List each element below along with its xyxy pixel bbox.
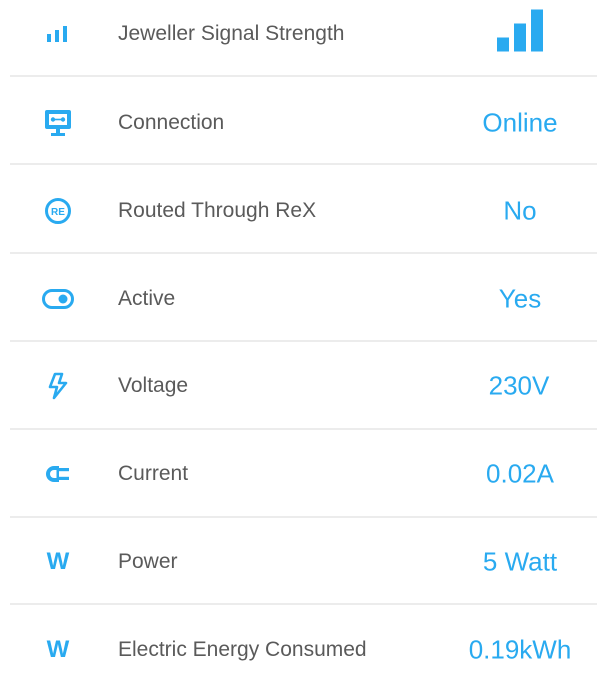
- rex-badge-icon: RE: [38, 191, 78, 231]
- rex-routing-label: Routed Through ReX: [118, 198, 317, 222]
- active-value: Yes: [498, 283, 542, 313]
- current-row: Current 0.02A: [0, 430, 597, 517]
- voltage-value: 230V: [488, 370, 550, 400]
- voltage-row: Voltage 230V: [0, 342, 597, 429]
- signal-strength-row: Jeweller Signal Strength: [0, 0, 597, 77]
- lightning-bolt-icon: [38, 366, 78, 406]
- power-value: 5 Watt: [482, 546, 558, 576]
- rex-badge-text: RE: [51, 207, 65, 218]
- power-row: W Power 5 Watt: [0, 518, 597, 605]
- power-label: Power: [118, 549, 178, 573]
- signal-bar: [531, 9, 543, 51]
- connection-row: Connection Online: [0, 79, 597, 166]
- connection-value: Online: [482, 107, 558, 137]
- energy-w-glyph: W: [46, 635, 70, 663]
- connection-label: Connection: [118, 110, 225, 134]
- divider: [10, 603, 597, 605]
- power-w-glyph: W: [46, 547, 70, 575]
- device-info-list: Jeweller Signal Strength Connection Onli…: [0, 0, 597, 689]
- signal-strength-indicator: [497, 9, 547, 58]
- divider: [10, 75, 597, 77]
- signal-bars-icon: [38, 14, 78, 54]
- rex-routing-row: RE Routed Through ReX No: [0, 167, 597, 254]
- current-label: Current: [118, 461, 189, 485]
- toggle-switch-icon: [38, 279, 78, 319]
- divider: [10, 252, 597, 254]
- energy-row: W Electric Energy Consumed 0.19kWh: [0, 606, 597, 693]
- energy-w-icon: W: [38, 630, 78, 670]
- connection-monitor-icon: [38, 103, 78, 143]
- current-value: 0.02A: [486, 458, 554, 488]
- plug-icon: [38, 454, 78, 494]
- rex-routing-value: No: [503, 195, 537, 225]
- power-w-icon: W: [38, 542, 78, 582]
- active-row: Active Yes: [0, 255, 597, 342]
- voltage-label: Voltage: [118, 373, 189, 397]
- signal-strength-label: Jeweller Signal Strength: [118, 21, 345, 45]
- energy-label: Electric Energy Consumed: [118, 637, 367, 661]
- signal-bar: [497, 37, 509, 51]
- active-label: Active: [118, 286, 176, 310]
- signal-bar: [514, 23, 526, 51]
- divider: [10, 163, 597, 165]
- energy-value: 0.19kWh: [468, 634, 572, 664]
